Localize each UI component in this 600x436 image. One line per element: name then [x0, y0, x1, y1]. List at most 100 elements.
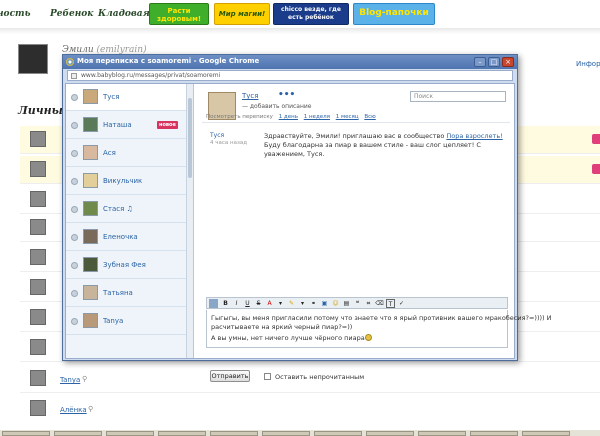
smile-icon[interactable]: ☺: [331, 299, 340, 308]
taskbar-item[interactable]: [54, 431, 102, 436]
taskbar-item[interactable]: [470, 431, 518, 436]
taskbar-item[interactable]: [522, 431, 570, 436]
contact-item[interactable]: Наташа новое: [66, 112, 193, 139]
highlight-icon[interactable]: ✎: [287, 299, 296, 308]
banner-blog-dads[interactable]: Blog-папочки: [353, 3, 435, 25]
url-text: www.babyblog.ru/messages/privat/soamorem…: [81, 72, 221, 79]
text-color-icon[interactable]: A: [265, 299, 274, 308]
avatar: [83, 173, 98, 188]
banner-grow-healthy[interactable]: Расти здоровым!: [149, 3, 209, 25]
source-icon[interactable]: [209, 299, 218, 308]
add-description-link[interactable]: — добавить описание: [242, 103, 311, 110]
strikethrough-button[interactable]: S: [254, 299, 263, 308]
contact-name: Татьяна: [103, 289, 133, 297]
bg-user-tanya[interactable]: Tanya: [60, 376, 80, 384]
window-titlebar[interactable]: Моя переписка с soamoremi - Google Chrom…: [63, 55, 517, 69]
contact-name: Викульчик: [103, 177, 143, 185]
link-icon[interactable]: ⚭: [309, 299, 318, 308]
contact-item[interactable]: Викульчик: [66, 168, 193, 195]
avatar: [30, 219, 46, 235]
smile-icon: [364, 334, 372, 341]
video-icon[interactable]: ▤: [342, 299, 351, 308]
taskbar-item[interactable]: [418, 431, 466, 436]
bold-button[interactable]: B: [221, 299, 230, 308]
new-badge: [592, 134, 600, 144]
period-1-month[interactable]: 1 месяц: [336, 114, 359, 120]
chevron-down-icon[interactable]: ▾: [298, 299, 307, 308]
taskbar-item[interactable]: [158, 431, 206, 436]
conversation-pane: Туся ••• — добавить описание Поиск Посмо…: [198, 84, 551, 382]
clear-format-icon[interactable]: ⌫: [375, 299, 384, 308]
status-dot-icon: [71, 234, 78, 241]
conversation-user-name[interactable]: Туся: [242, 92, 258, 100]
contact-item[interactable]: Татьяна: [66, 280, 193, 307]
avatar: [30, 400, 46, 416]
close-button[interactable]: ×: [502, 57, 514, 67]
message-author[interactable]: Туся: [210, 132, 224, 139]
info-link[interactable]: Информ: [576, 60, 600, 68]
keep-unread-label[interactable]: Оставить непрочитанным: [275, 373, 364, 381]
site-header: ность Ребенок Кладовая Расти здоровым! М…: [0, 0, 600, 28]
taskbar-item[interactable]: [2, 431, 50, 436]
avatar: [83, 201, 98, 216]
maximize-button[interactable]: □: [488, 57, 500, 67]
nav-item-0[interactable]: ность: [0, 9, 31, 19]
contact-item[interactable]: Еленочка: [66, 224, 193, 251]
avatar: [83, 313, 98, 328]
contact-item[interactable]: Tanya: [66, 308, 193, 335]
banner-magic-world[interactable]: Мир магии!: [214, 3, 270, 25]
message-editor[interactable]: Гыгыгы, вы меня пригласили потому что зн…: [206, 310, 551, 348]
avatar: [83, 257, 98, 272]
search-input[interactable]: Поиск: [410, 91, 506, 102]
avatar[interactable]: [18, 44, 48, 74]
contact-item[interactable]: Туся: [66, 84, 193, 111]
taskbar-item[interactable]: [314, 431, 362, 436]
avatar: [30, 249, 46, 265]
contact-item[interactable]: Зубная Фея: [66, 252, 193, 279]
contact-name: Наташа: [103, 121, 132, 129]
taskbar-item[interactable]: [106, 431, 154, 436]
taskbar-item[interactable]: [262, 431, 310, 436]
divider: [202, 122, 510, 123]
send-button[interactable]: Отправить: [210, 370, 250, 382]
avatar: [83, 285, 98, 300]
bg-user-alenka[interactable]: Алёнка: [60, 406, 87, 414]
contact-name: Еленочка: [103, 233, 138, 241]
spellcheck-icon[interactable]: ✓: [397, 299, 406, 308]
contact-item[interactable]: Стася ♫: [66, 196, 193, 223]
contacts-list: Туся Наташа новое Ася Викульчик Стася ♫ …: [66, 84, 194, 358]
user-icon: ⚲: [82, 375, 88, 383]
more-options-icon[interactable]: •••: [278, 90, 295, 100]
contacts-scrollbar[interactable]: [186, 84, 193, 358]
period-all[interactable]: Всю: [364, 114, 375, 120]
chevron-down-icon[interactable]: ▾: [276, 299, 285, 308]
chrome-icon: [66, 58, 74, 66]
list-item: [20, 395, 600, 423]
chrome-popup-window: Моя переписка с soamoremi - Google Chrom…: [62, 54, 551, 382]
contact-name: Зубная Фея: [103, 261, 146, 269]
quote-icon[interactable]: ❝: [353, 299, 362, 308]
banner-chicco[interactable]: chicco везде, где есть ребёнок: [273, 3, 349, 25]
nav-item-kladovaya[interactable]: Кладовая: [98, 9, 150, 19]
address-bar[interactable]: www.babyblog.ru/messages/privat/soamorem…: [67, 70, 513, 81]
image-icon[interactable]: ▣: [320, 299, 329, 308]
community-link[interactable]: Пора взрослеть!: [446, 132, 502, 140]
user-icon: ⚲: [88, 405, 94, 413]
avatar: [83, 229, 98, 244]
contact-name: Ася: [103, 149, 116, 157]
period-1-day[interactable]: 1 день: [279, 114, 298, 120]
italic-button[interactable]: I: [232, 299, 241, 308]
nav-item-rebenok[interactable]: Ребенок: [50, 9, 93, 19]
taskbar-item[interactable]: [366, 431, 414, 436]
underline-button[interactable]: U: [243, 299, 252, 308]
avatar: [30, 370, 46, 386]
keep-unread-checkbox[interactable]: [264, 373, 271, 380]
contact-item[interactable]: Ася: [66, 140, 193, 167]
period-1-week[interactable]: 1 неделя: [304, 114, 330, 120]
html-icon[interactable]: ⌗: [364, 299, 373, 308]
taskbar-item[interactable]: [210, 431, 258, 436]
text-block-icon[interactable]: T: [386, 299, 395, 308]
scrollbar-thumb[interactable]: [188, 98, 192, 178]
minimize-button[interactable]: –: [474, 57, 486, 67]
contact-name: Tanya: [103, 317, 124, 325]
